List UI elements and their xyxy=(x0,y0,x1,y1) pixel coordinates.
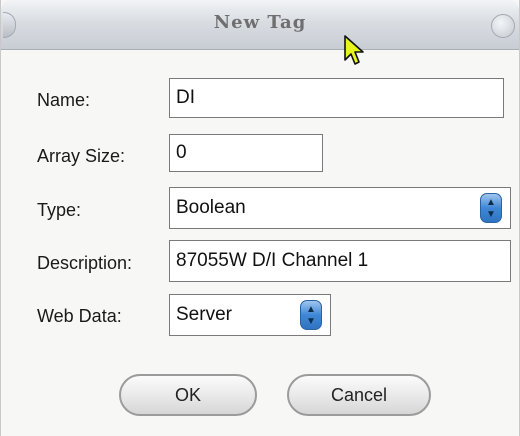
up-down-arrows-icon[interactable]: ▲ ▼ xyxy=(480,193,502,223)
web-data-selected-value: Server xyxy=(176,304,232,325)
description-label: Description: xyxy=(37,253,133,273)
type-label: Type: xyxy=(37,200,82,220)
title-bar[interactable]: New Tag xyxy=(1,0,519,50)
array-size-field[interactable] xyxy=(169,134,323,172)
web-data-select[interactable]: Server ▲ ▼ xyxy=(169,294,331,336)
cancel-button[interactable]: Cancel xyxy=(287,374,431,416)
new-tag-dialog: New Tag Name: Array Size: Type: Boolean … xyxy=(0,0,520,436)
dialog-title: New Tag xyxy=(213,12,307,33)
web-data-label: Web Data: xyxy=(37,306,122,326)
name-field[interactable] xyxy=(169,78,504,118)
type-select[interactable]: Boolean ▲ ▼ xyxy=(169,187,511,229)
window-right-control-icon[interactable] xyxy=(491,14,515,38)
up-down-arrows-icon[interactable]: ▲ ▼ xyxy=(300,300,322,330)
array-size-label: Array Size: xyxy=(37,146,126,166)
type-selected-value: Boolean xyxy=(176,197,246,218)
ok-button[interactable]: OK xyxy=(119,374,257,416)
description-field[interactable] xyxy=(169,240,511,282)
name-label: Name: xyxy=(37,90,91,110)
mouse-pointer-icon xyxy=(344,35,364,65)
